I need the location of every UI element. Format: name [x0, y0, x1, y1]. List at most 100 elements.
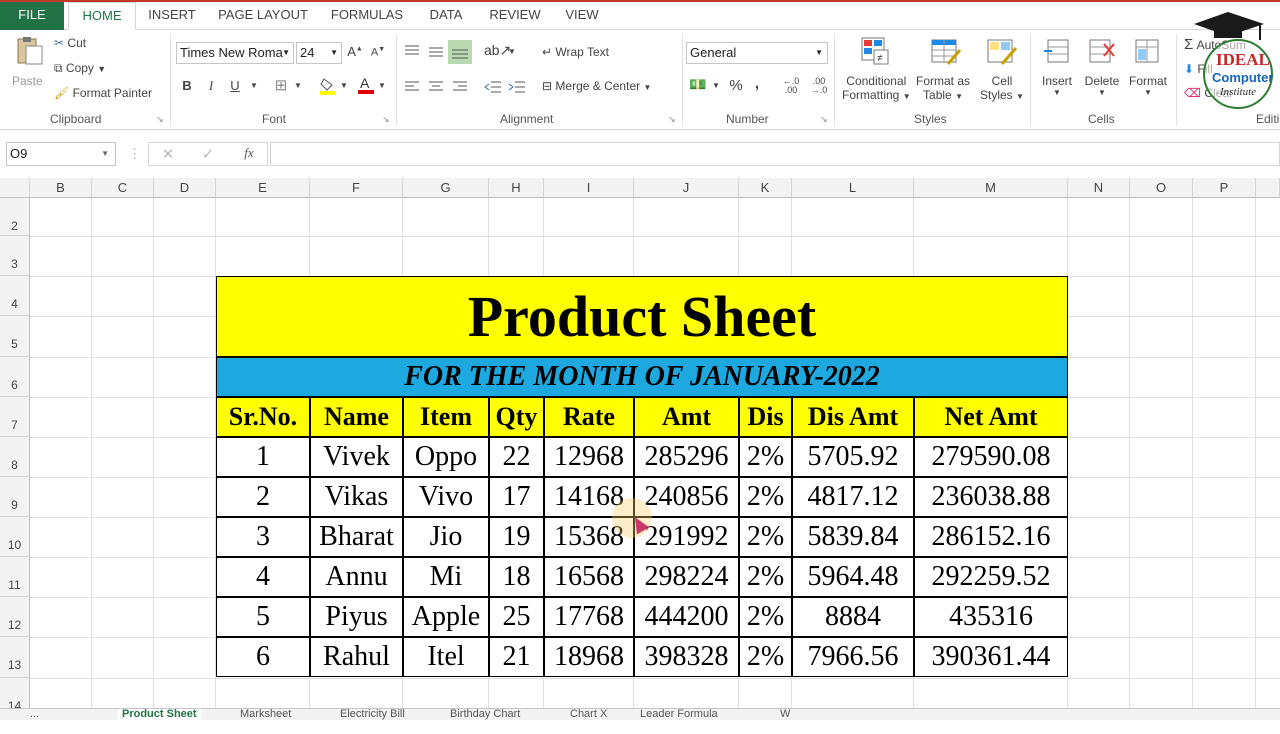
table-cell[interactable]: Bharat: [310, 517, 403, 557]
column-header[interactable]: P: [1193, 178, 1256, 198]
paste-button[interactable]: Paste: [12, 74, 43, 88]
row-header[interactable]: 10: [0, 517, 30, 557]
header-cell[interactable]: Amt: [634, 397, 739, 437]
tab-data[interactable]: DATA: [420, 2, 472, 30]
chevron-down-icon[interactable]: ▼: [250, 81, 258, 90]
fill-color-icon[interactable]: [318, 76, 338, 96]
table-cell[interactable]: 3: [216, 517, 310, 557]
table-cell[interactable]: 398328: [634, 637, 739, 677]
table-cell[interactable]: 435316: [914, 597, 1068, 637]
insert-cells-button[interactable]: Insert ▼: [1040, 74, 1074, 97]
font-color-icon[interactable]: A: [356, 74, 376, 96]
enter-icon[interactable]: ✓: [200, 145, 216, 163]
sheet-tab[interactable]: Chart X: [570, 709, 607, 720]
header-cell[interactable]: Net Amt: [914, 397, 1068, 437]
cut-button[interactable]: ✂ Cut: [54, 36, 86, 50]
cell-styles-button[interactable]: Cell Styles ▼: [980, 74, 1024, 102]
number-format-select[interactable]: General ▼: [686, 42, 828, 64]
sheet-tab[interactable]: Birthday Chart: [450, 709, 520, 720]
table-cell[interactable]: 279590.08: [914, 437, 1068, 477]
cell-styles-icon[interactable]: [986, 36, 1018, 68]
sheet-tab[interactable]: ...: [30, 709, 39, 720]
increase-font-size-icon[interactable]: A▲: [346, 44, 364, 59]
table-cell[interactable]: 390361.44: [914, 637, 1068, 677]
wrap-text-button[interactable]: ↵ Wrap Text: [542, 45, 609, 59]
delete-cells-icon[interactable]: [1086, 36, 1116, 68]
align-left-icon[interactable]: [404, 78, 420, 96]
table-cell[interactable]: 6: [216, 637, 310, 677]
column-header[interactable]: D: [154, 178, 216, 198]
table-cell[interactable]: 5964.48: [792, 557, 914, 597]
increase-decimal-icon[interactable]: ←.0.00: [780, 77, 802, 95]
italic-icon[interactable]: I: [204, 78, 218, 94]
table-cell[interactable]: 12968: [544, 437, 634, 477]
table-cell[interactable]: 7966.56: [792, 637, 914, 677]
row-header[interactable]: 9: [0, 477, 30, 517]
column-header[interactable]: N: [1068, 178, 1130, 198]
dialog-launcher-icon[interactable]: ↘: [382, 114, 390, 125]
row-header[interactable]: 11: [0, 557, 30, 597]
row-header[interactable]: 12: [0, 597, 30, 637]
table-cell[interactable]: Vivek: [310, 437, 403, 477]
row-header[interactable]: 2: [0, 198, 30, 236]
table-cell[interactable]: 4817.12: [792, 477, 914, 517]
table-cell[interactable]: Piyus: [310, 597, 403, 637]
sheet-tab[interactable]: Leader Formula: [640, 709, 718, 720]
align-center-icon[interactable]: [428, 78, 444, 96]
table-cell[interactable]: Oppo: [403, 437, 489, 477]
font-name-select[interactable]: Times New Roma ▼: [176, 42, 294, 64]
table-cell[interactable]: 17768: [544, 597, 634, 637]
table-cell[interactable]: Mi: [403, 557, 489, 597]
percent-icon[interactable]: %: [728, 77, 744, 94]
table-cell[interactable]: 4: [216, 557, 310, 597]
chevron-down-icon[interactable]: ▼: [712, 81, 720, 90]
table-cell[interactable]: 8884: [792, 597, 914, 637]
name-box[interactable]: O9 ▼: [6, 142, 116, 166]
orientation-icon[interactable]: ab↗: [484, 42, 511, 59]
table-cell[interactable]: 16568: [544, 557, 634, 597]
sheet-title[interactable]: Product Sheet: [216, 276, 1068, 357]
conditional-formatting-button[interactable]: Conditional Formatting ▼: [842, 74, 911, 102]
table-cell[interactable]: 236038.88: [914, 477, 1068, 517]
column-header[interactable]: J: [634, 178, 739, 198]
table-cell[interactable]: 18968: [544, 637, 634, 677]
table-cell[interactable]: 285296: [634, 437, 739, 477]
column-header[interactable]: G: [403, 178, 489, 198]
column-header[interactable]: H: [489, 178, 544, 198]
format-as-table-button[interactable]: Format as Table ▼: [916, 74, 970, 102]
formula-input[interactable]: [270, 142, 1280, 166]
sheet-tab[interactable]: Marksheet: [240, 709, 291, 720]
tab-page-layout[interactable]: PAGE LAYOUT: [212, 2, 314, 30]
row-header[interactable]: 8: [0, 437, 30, 477]
column-header[interactable]: F: [310, 178, 403, 198]
merge-center-button[interactable]: ⊟ Merge & Center ▼: [542, 79, 651, 93]
borders-icon[interactable]: ⊞: [272, 76, 290, 94]
header-cell[interactable]: Rate: [544, 397, 634, 437]
sheet-tab[interactable]: Electricity Bill: [340, 709, 405, 720]
table-cell[interactable]: 19: [489, 517, 544, 557]
chevron-down-icon[interactable]: ▼: [340, 81, 348, 90]
header-cell[interactable]: Dis: [739, 397, 792, 437]
paste-icon[interactable]: [12, 36, 44, 66]
chevron-down-icon[interactable]: ▼: [378, 81, 386, 90]
table-cell[interactable]: 5705.92: [792, 437, 914, 477]
table-cell[interactable]: 1: [216, 437, 310, 477]
header-cell[interactable]: Dis Amt: [792, 397, 914, 437]
align-bottom-icon[interactable]: [448, 40, 472, 64]
table-cell[interactable]: Rahul: [310, 637, 403, 677]
column-header-partial[interactable]: [1256, 178, 1280, 198]
column-header[interactable]: L: [792, 178, 914, 198]
chevron-down-icon[interactable]: ▼: [508, 47, 516, 56]
table-cell[interactable]: Jio: [403, 517, 489, 557]
align-top-icon[interactable]: [404, 42, 420, 60]
table-cell[interactable]: 22: [489, 437, 544, 477]
decrease-indent-icon[interactable]: [484, 78, 502, 96]
column-header[interactable]: M: [914, 178, 1068, 198]
table-cell[interactable]: 444200: [634, 597, 739, 637]
decrease-decimal-icon[interactable]: .00 →.0: [808, 77, 830, 95]
underline-icon[interactable]: U: [228, 78, 242, 93]
table-cell[interactable]: 5839.84: [792, 517, 914, 557]
table-cell[interactable]: 25: [489, 597, 544, 637]
table-cell[interactable]: 2%: [739, 437, 792, 477]
dialog-launcher-icon[interactable]: ↘: [156, 114, 164, 125]
